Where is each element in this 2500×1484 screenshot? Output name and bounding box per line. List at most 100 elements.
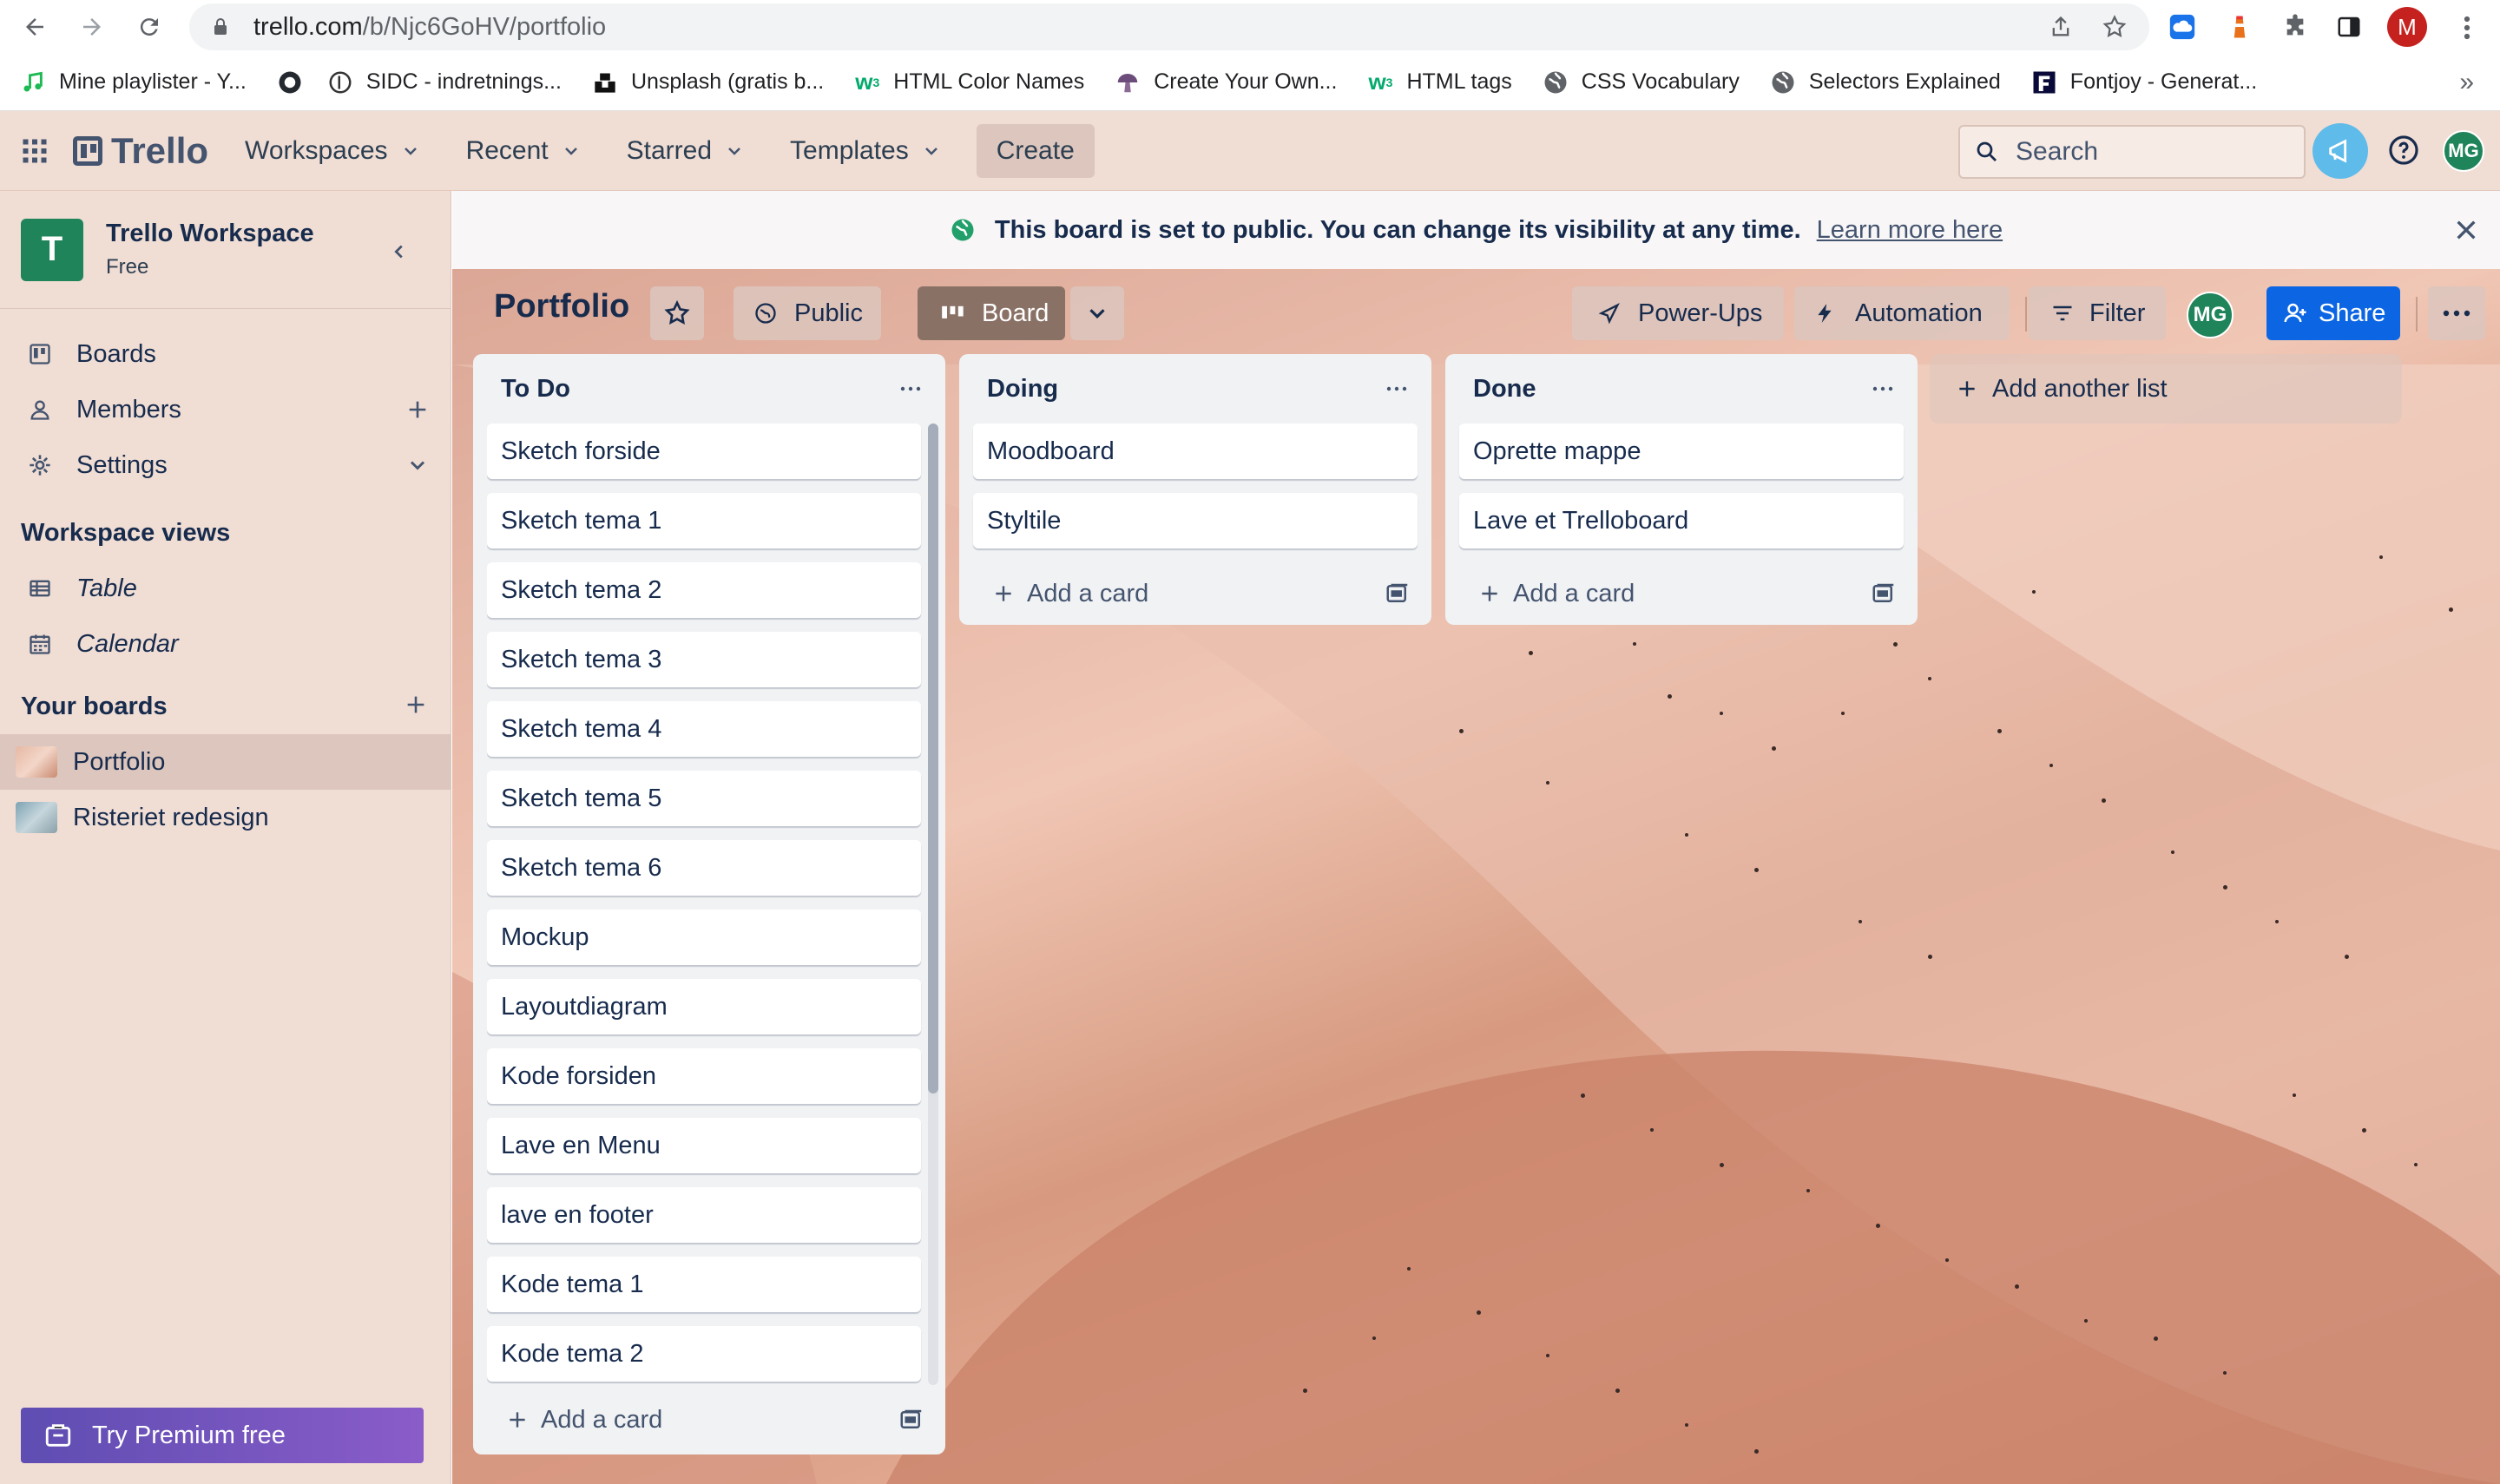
card[interactable]: Sketch tema 6 <box>487 840 921 896</box>
bookmark-item[interactable]: Selectors Explained <box>1769 69 2001 96</box>
puzzle-extensions-icon[interactable] <box>2276 8 2314 46</box>
card[interactable]: lave en footer <box>487 1187 921 1243</box>
card[interactable]: Sketch forside <box>487 424 921 479</box>
add-list-button[interactable]: Add another list <box>1930 354 2402 424</box>
board-view-button[interactable]: Board <box>918 286 1065 340</box>
speckle <box>1685 1423 1688 1427</box>
list-menu-icon[interactable] <box>1865 371 1900 406</box>
list-title[interactable]: Doing <box>987 375 1058 404</box>
card[interactable]: Layoutdiagram <box>487 979 921 1034</box>
create-button[interactable]: Create <box>976 123 1095 178</box>
list-header[interactable]: Doing <box>973 354 1418 424</box>
bookmark-item[interactable]: Mine playlister - Y... <box>19 69 247 96</box>
nav-label: Starred <box>626 135 713 165</box>
card[interactable]: Sketch tema 5 <box>487 771 921 826</box>
card[interactable]: Kode tema 2 <box>487 1326 921 1382</box>
bookmark-item[interactable]: Unsplash (gratis b... <box>591 69 824 96</box>
share-button[interactable]: Share <box>2266 286 2400 340</box>
card-template-icon[interactable] <box>898 1407 924 1433</box>
card[interactable]: Lave et Trelloboard <box>1459 493 1904 548</box>
try-premium-button[interactable]: Try Premium free <box>21 1408 424 1463</box>
switch-view-button[interactable] <box>1070 286 1124 340</box>
card[interactable]: Mockup <box>487 909 921 965</box>
starred-menu[interactable]: Starred <box>627 136 745 166</box>
card[interactable]: Moodboard <box>973 424 1418 479</box>
sidebar-board-label: Risteriet redesign <box>73 803 269 831</box>
sidebar-item-calendar[interactable]: Calendar <box>0 616 451 672</box>
workspaces-menu[interactable]: Workspaces <box>245 136 421 166</box>
browser-profile-avatar[interactable]: M <box>2387 7 2427 47</box>
bookmark-item[interactable] <box>276 69 304 96</box>
add-card-button[interactable]: Add a card <box>487 1385 931 1454</box>
list-title[interactable]: Done <box>1473 375 1536 404</box>
card[interactable]: Sketch tema 3 <box>487 632 921 687</box>
bookmark-item[interactable]: Fontjoy - Generat... <box>2030 69 2257 96</box>
bookmark-item[interactable]: CSS Vocabulary <box>1542 69 1740 96</box>
card[interactable]: Sketch tema 2 <box>487 562 921 618</box>
bookmark-star-icon[interactable] <box>2097 10 2132 44</box>
sidebar-item-members[interactable]: Members <box>0 382 451 437</box>
more-bookmarks-icon[interactable]: » <box>2459 68 2474 97</box>
workspace-name[interactable]: Trello Workspace <box>106 220 314 248</box>
card-template-icon[interactable] <box>1385 581 1411 607</box>
reload-icon[interactable] <box>130 8 168 46</box>
sidebar-item-settings[interactable]: Settings <box>0 437 451 493</box>
speckle <box>1720 712 1723 715</box>
browser-menu-icon[interactable] <box>2448 9 2486 47</box>
search-input[interactable]: Search <box>1958 125 2306 179</box>
star-board-button[interactable] <box>650 286 704 340</box>
board-title[interactable]: Portfolio <box>494 288 629 325</box>
lighthouse-extension-icon[interactable] <box>2220 8 2259 46</box>
forward-arrow-icon[interactable] <box>73 8 111 46</box>
sidebar-board-risteriet[interactable]: Risteriet redesign <box>0 790 451 845</box>
add-board-icon[interactable] <box>404 693 431 720</box>
bookmark-item[interactable]: w 3 HTML Color Names <box>853 69 1084 96</box>
card[interactable]: Lave en Menu <box>487 1118 921 1173</box>
learn-more-link[interactable]: Learn more here <box>1817 216 2003 245</box>
cloud-extension-icon[interactable] <box>2163 8 2201 46</box>
notifications-button[interactable] <box>2312 123 2368 179</box>
card[interactable]: Styltile <box>973 493 1418 548</box>
bookmark-item[interactable]: SIDC - indretnings... <box>326 69 562 96</box>
card-template-icon[interactable] <box>1871 581 1897 607</box>
user-avatar[interactable]: MG <box>2443 130 2484 172</box>
list-header[interactable]: Done <box>1459 354 1904 424</box>
add-card-button[interactable]: Add a card <box>973 562 1418 625</box>
address-bar[interactable]: trello.com/b/Njc6GoHV/portfolio <box>189 3 2149 50</box>
list-header[interactable]: To Do <box>487 354 931 424</box>
sidebar-item-boards[interactable]: Boards <box>0 326 451 382</box>
list-scrollbar-thumb[interactable] <box>928 424 938 1093</box>
templates-menu[interactable]: Templates <box>790 136 942 166</box>
card[interactable]: Kode forsiden <box>487 1048 921 1104</box>
side-panel-icon[interactable] <box>2330 8 2368 46</box>
card[interactable]: Kode tema 1 <box>487 1257 921 1312</box>
add-card-button[interactable]: Add a card <box>1459 562 1904 625</box>
add-member-icon[interactable] <box>404 396 431 424</box>
share-page-icon[interactable] <box>2043 10 2078 44</box>
automation-button[interactable]: Automation <box>1794 286 2010 340</box>
card[interactable]: Sketch tema 4 <box>487 701 921 757</box>
card[interactable]: Oprette mappe <box>1459 424 1904 479</box>
visibility-button[interactable]: Public <box>734 286 881 340</box>
sidebar-board-portfolio[interactable]: Portfolio <box>0 734 451 790</box>
bookmark-item[interactable]: w 3 HTML tags <box>1366 69 1511 96</box>
list-title[interactable]: To Do <box>501 375 570 404</box>
power-ups-button[interactable]: Power-Ups <box>1572 286 1784 340</box>
bookmark-item[interactable]: Create Your Own... <box>1114 69 1337 96</box>
back-arrow-icon[interactable] <box>16 8 54 46</box>
app-switcher-icon[interactable] <box>19 135 50 167</box>
add-card-label: Add a card <box>1513 579 1635 607</box>
chevron-down-icon[interactable] <box>404 451 431 479</box>
close-icon[interactable] <box>2448 212 2484 248</box>
recent-menu[interactable]: Recent <box>466 136 582 166</box>
filter-button[interactable]: Filter <box>2029 286 2166 340</box>
board-member-avatar[interactable]: MG <box>2187 292 2234 338</box>
trello-logo[interactable]: Trello <box>73 130 208 172</box>
list-menu-icon[interactable] <box>1379 371 1414 406</box>
help-icon[interactable] <box>2385 132 2422 168</box>
card[interactable]: Sketch tema 1 <box>487 493 921 548</box>
list-menu-icon[interactable] <box>893 371 928 406</box>
board-menu-button[interactable] <box>2428 286 2485 340</box>
sidebar-item-table[interactable]: Table <box>0 561 451 616</box>
collapse-sidebar-icon[interactable] <box>382 234 417 269</box>
